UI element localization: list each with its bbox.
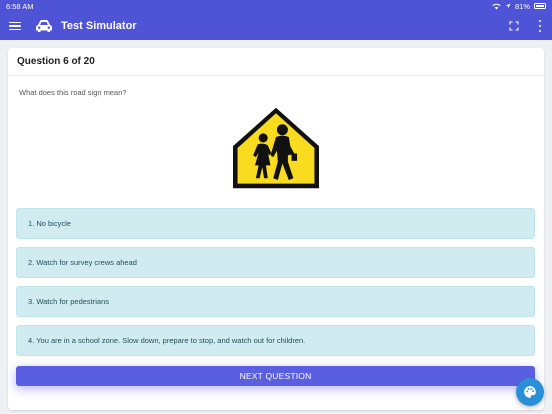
- question-header: Question 6 of 20: [8, 48, 544, 76]
- more-options-icon[interactable]: [537, 20, 543, 32]
- question-card: Question 6 of 20 What does this road sig…: [8, 48, 544, 410]
- wifi-icon: [492, 3, 501, 9]
- status-time: 6:58 AM: [6, 1, 34, 11]
- battery-icon: [534, 3, 546, 9]
- theme-palette-button[interactable]: [516, 378, 544, 406]
- location-arrow-icon: [505, 3, 511, 9]
- palette-icon: [524, 386, 536, 398]
- answer-option-4[interactable]: 4. You are in a school zone. Slow down, …: [16, 325, 535, 356]
- school-crossing-sign-icon: [233, 107, 319, 189]
- hamburger-menu-icon[interactable]: [9, 21, 21, 31]
- car-icon: [36, 20, 52, 32]
- status-bar: 6:58 AM 81%: [0, 0, 552, 12]
- answer-option-3[interactable]: 3. Watch for pedestrians: [16, 286, 535, 317]
- question-prompt: What does this road sign mean?: [19, 88, 127, 97]
- answer-option-2[interactable]: 2. Watch for survey crews ahead: [16, 247, 535, 278]
- status-indicators: 81%: [492, 2, 546, 11]
- battery-percent: 81%: [514, 1, 530, 11]
- fullscreen-icon[interactable]: [509, 21, 519, 31]
- app-title: Test Simulator: [61, 20, 137, 32]
- answer-option-1[interactable]: 1. No bicycle: [16, 208, 535, 239]
- app-bar: Test Simulator: [0, 12, 552, 40]
- next-question-button[interactable]: NEXT QUESTION: [16, 366, 535, 386]
